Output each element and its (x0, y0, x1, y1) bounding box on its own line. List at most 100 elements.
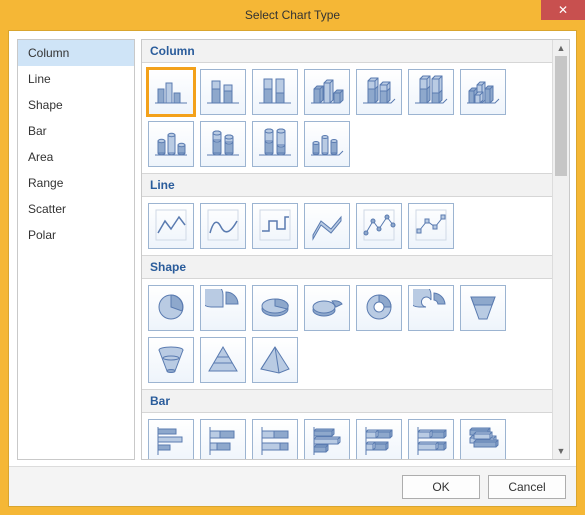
sidebar-item-label: Polar (28, 228, 56, 242)
chart-tile-pie-exploded[interactable] (200, 285, 246, 331)
bar-stacked-icon (205, 423, 241, 460)
chart-tile-cylinder-3d[interactable] (304, 121, 350, 167)
column-3d-100-stacked-icon (413, 73, 449, 112)
scroll-thumb[interactable] (555, 56, 567, 176)
chart-tile-cylinder-100-stacked[interactable] (252, 121, 298, 167)
pie-3d-exploded-icon (309, 289, 345, 328)
chart-tile-pie[interactable] (148, 285, 194, 331)
sidebar-item-range[interactable]: Range (18, 170, 134, 196)
chart-tile-column-3d[interactable] (460, 69, 506, 115)
chart-tile-step-line[interactable] (252, 203, 298, 249)
chart-tile-bar-3d-clustered[interactable] (304, 419, 350, 459)
scrollbar[interactable]: ▲ ▼ (552, 40, 569, 459)
chart-tile-pyramid-3d[interactable] (252, 337, 298, 383)
cylinder-100-stacked-icon (257, 125, 293, 164)
chart-tile-pyramid[interactable] (200, 337, 246, 383)
chart-tile-line-3d[interactable] (304, 203, 350, 249)
group-header-shape: Shape (142, 255, 552, 279)
scroll-down-arrow-icon[interactable]: ▼ (553, 443, 569, 459)
chart-tile-doughnut-split[interactable] (408, 285, 454, 331)
chart-tile-line[interactable] (148, 203, 194, 249)
sidebar-item-label: Area (28, 150, 53, 164)
sidebar-item-label: Shape (28, 98, 63, 112)
group-header-label: Shape (150, 260, 186, 274)
ok-button[interactable]: OK (402, 475, 480, 499)
dialog-body: ColumnLineShapeBarAreaRangeScatterPolar … (9, 31, 576, 466)
titlebar: Select Chart Type ✕ (8, 0, 577, 30)
cylinder-clustered-icon (153, 125, 189, 164)
bar-3d-icon (465, 423, 501, 460)
doughnut-split-icon (413, 289, 449, 328)
sidebar-item-shape[interactable]: Shape (18, 92, 134, 118)
chart-tile-column-clustered[interactable] (148, 69, 194, 115)
ok-button-label: OK (432, 480, 449, 494)
chart-tile-bar-100-stacked[interactable] (252, 419, 298, 459)
scroll-up-arrow-icon[interactable]: ▲ (553, 40, 569, 56)
chart-tile-column-100-stacked[interactable] (252, 69, 298, 115)
pyramid-3d-icon (257, 341, 293, 380)
chart-tile-line-smooth[interactable] (200, 203, 246, 249)
group-header-label: Column (150, 44, 195, 58)
client-area: ColumnLineShapeBarAreaRangeScatterPolar … (8, 30, 577, 507)
group-tiles-shape (142, 279, 552, 389)
dialog-window: Select Chart Type ✕ Column Line Shape Bar Ar… (0, 0, 585, 515)
sidebar-item-label: Range (28, 176, 63, 190)
chart-tile-doughnut[interactable] (356, 285, 402, 331)
funnel-3d-icon (153, 341, 189, 380)
chart-tile-bar-3d-100-stacked[interactable] (408, 419, 454, 459)
pyramid-icon (205, 341, 241, 380)
chart-tile-column-3d-clustered[interactable] (304, 69, 350, 115)
step-line-icon (257, 207, 293, 246)
chart-tile-line-markers-box[interactable] (408, 203, 454, 249)
chart-tile-funnel[interactable] (460, 285, 506, 331)
window-title: Select Chart Type (8, 8, 577, 22)
cancel-button[interactable]: Cancel (488, 475, 566, 499)
bar-clustered-icon (153, 423, 189, 460)
chart-tile-bar-3d-stacked[interactable] (356, 419, 402, 459)
group-tiles-line (142, 197, 552, 255)
group-header-label: Line (150, 178, 175, 192)
pie-3d-icon (257, 289, 293, 328)
cylinder-stacked-icon (205, 125, 241, 164)
cylinder-3d-icon (309, 125, 345, 164)
bar-3d-stacked-icon (361, 423, 397, 460)
group-header-line: Line (142, 173, 552, 197)
sidebar-item-polar[interactable]: Polar (18, 222, 134, 248)
sidebar-item-area[interactable]: Area (18, 144, 134, 170)
chart-tile-cylinder-stacked[interactable] (200, 121, 246, 167)
chart-tile-line-markers[interactable] (356, 203, 402, 249)
sidebar-item-label: Scatter (28, 202, 66, 216)
line-markers-box-icon (413, 207, 449, 246)
chart-tile-bar-stacked[interactable] (200, 419, 246, 459)
funnel-icon (465, 289, 501, 328)
sidebar-item-line[interactable]: Line (18, 66, 134, 92)
gallery-wrap: ColumnLineShapeBar ▲ ▼ (141, 39, 570, 460)
chart-tile-pie-3d[interactable] (252, 285, 298, 331)
chart-tile-column-3d-stacked[interactable] (356, 69, 402, 115)
chart-tile-bar-3d[interactable] (460, 419, 506, 459)
line-3d-icon (309, 207, 345, 246)
sidebar-item-scatter[interactable]: Scatter (18, 196, 134, 222)
group-header-column: Column (142, 40, 552, 63)
chart-tile-funnel-3d[interactable] (148, 337, 194, 383)
sidebar-item-bar[interactable]: Bar (18, 118, 134, 144)
doughnut-icon (361, 289, 397, 328)
chart-gallery: ColumnLineShapeBar (142, 40, 552, 459)
chart-tile-cylinder-clustered[interactable] (148, 121, 194, 167)
column-3d-stacked-icon (361, 73, 397, 112)
line-icon (153, 207, 189, 246)
close-button[interactable]: ✕ (541, 0, 585, 20)
sidebar-item-column[interactable]: Column (18, 40, 134, 66)
group-tiles-column (142, 63, 552, 173)
pie-exploded-icon (205, 289, 241, 328)
line-markers-icon (361, 207, 397, 246)
sidebar-item-label: Line (28, 72, 51, 86)
category-list: Column Line Shape Bar Area Range Scatter Polar (17, 39, 135, 460)
cancel-button-label: Cancel (508, 480, 545, 494)
chart-tile-column-stacked[interactable] (200, 69, 246, 115)
close-icon: ✕ (558, 3, 568, 17)
chart-tile-pie-3d-exploded[interactable] (304, 285, 350, 331)
column-100-stacked-icon (257, 73, 293, 112)
chart-tile-bar-clustered[interactable] (148, 419, 194, 459)
chart-tile-column-3d-100-stacked[interactable] (408, 69, 454, 115)
